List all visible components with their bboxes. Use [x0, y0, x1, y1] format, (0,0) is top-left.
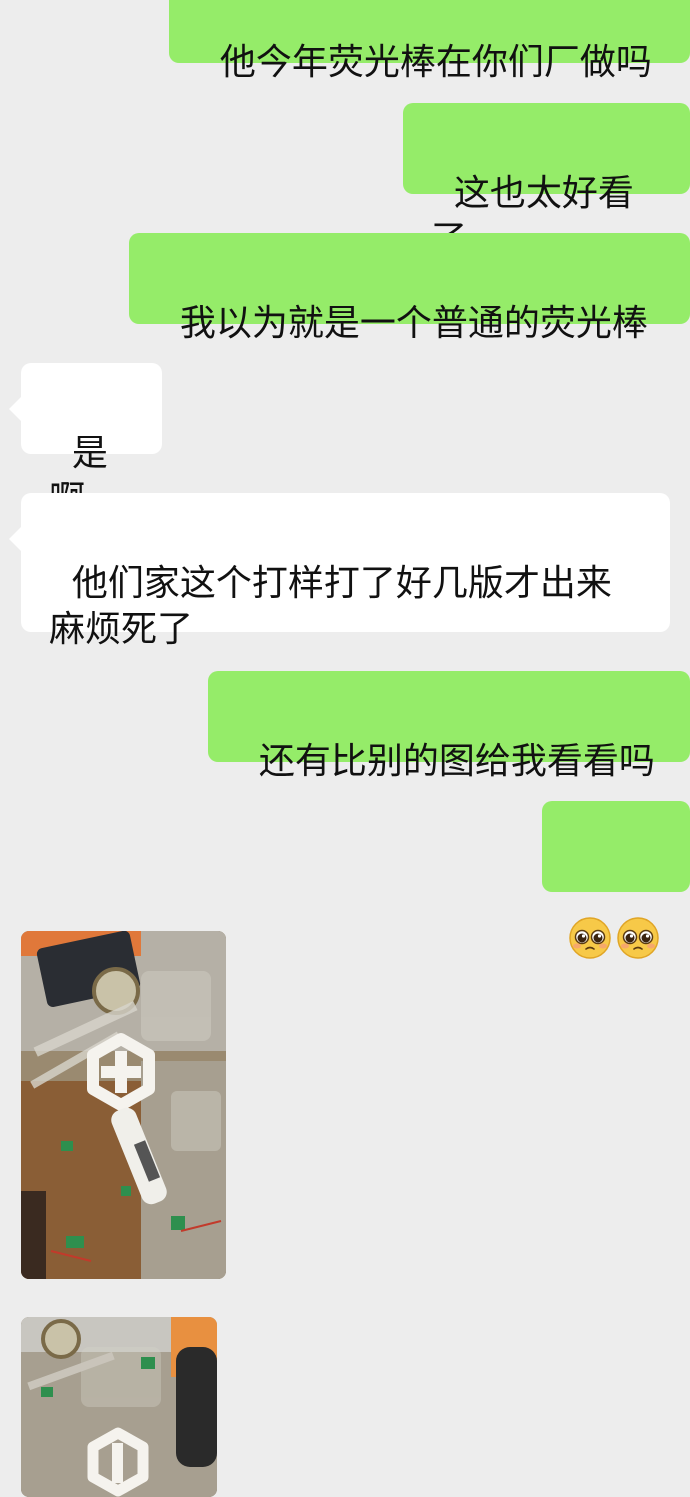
message-bubble-outgoing[interactable] — [542, 801, 690, 959]
image-message[interactable] — [21, 931, 226, 1279]
workbench-photo — [21, 931, 226, 1279]
workbench-photo — [21, 1317, 217, 1497]
message-bubble-incoming[interactable]: 是啊 — [9, 363, 162, 520]
message-text: 我以为就是一个普通的荧光棒 — [179, 303, 648, 344]
message-bubble-outgoing[interactable]: 他今年荧光棒在你们厂做吗 — [169, 0, 690, 83]
message-bubble-incoming[interactable]: 他们家这个打样打了好几版才出来 麻烦死了 — [9, 493, 670, 650]
message-bubble-outgoing[interactable]: 这也太好看了 — [403, 103, 690, 260]
emoji-row — [568, 916, 664, 960]
message-text: 还有比别的图给我看看吗 — [258, 741, 655, 782]
message-bubble-outgoing[interactable]: 我以为就是一个普通的荧光棒 — [129, 233, 690, 344]
pleading-face-icon — [569, 917, 611, 959]
pleading-face-icon — [617, 917, 659, 959]
message-text: 他今年荧光棒在你们厂做吗 — [219, 42, 652, 83]
image-message[interactable] — [21, 1317, 217, 1497]
message-text: 他们家这个打样打了好几版才出来 麻烦死了 — [49, 563, 612, 650]
message-bubble-outgoing[interactable]: 还有比别的图给我看看吗 — [208, 671, 690, 782]
